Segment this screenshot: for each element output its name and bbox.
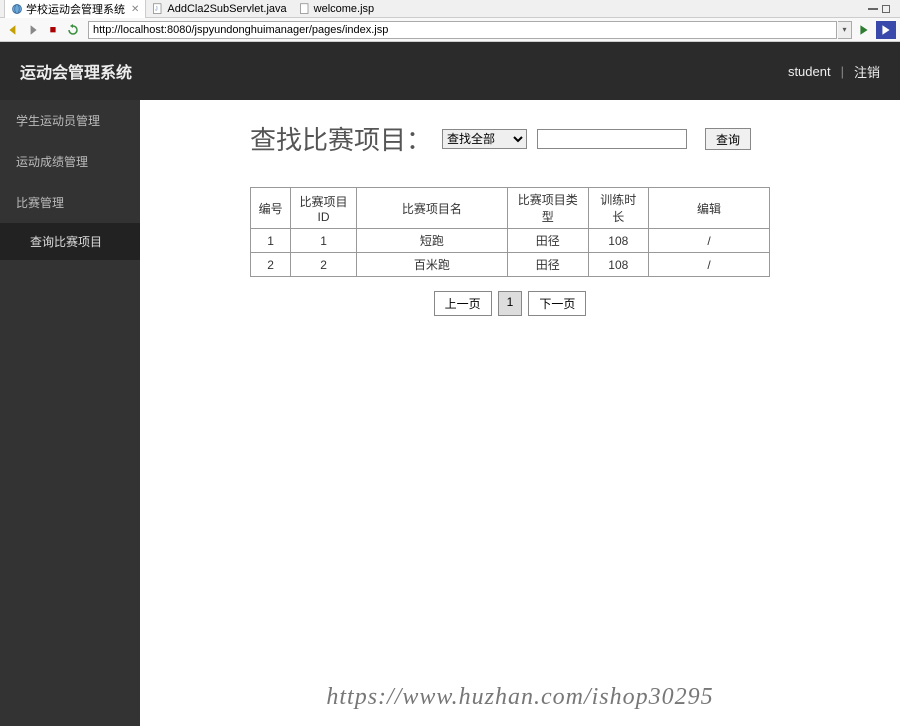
main-content: 查找比赛项目： 查找全部 查询 编号 比赛项目ID 比赛项目名 比赛项目类型 训… bbox=[140, 100, 900, 726]
ide-tab-java[interactable]: J AddCla2SubServlet.java bbox=[146, 2, 292, 16]
close-icon[interactable]: ✕ bbox=[131, 4, 139, 15]
th-dur: 训练时长 bbox=[588, 188, 648, 229]
sidebar-item-games[interactable]: 比赛管理 bbox=[0, 182, 140, 223]
search-button[interactable]: 查询 bbox=[705, 128, 751, 150]
app-container: 运动会管理系统 student | 注销 学生运动员管理 运动成绩管理 比赛管理… bbox=[0, 42, 900, 726]
th-no: 编号 bbox=[251, 188, 291, 229]
next-page-button[interactable]: 下一页 bbox=[528, 291, 586, 316]
ide-tab-label: 学校运动会管理系统 bbox=[26, 1, 125, 17]
app-body: 学生运动员管理 运动成绩管理 比赛管理 查询比赛项目 查找比赛项目： 查找全部 … bbox=[0, 100, 900, 726]
search-row: 查找比赛项目： 查找全部 查询 bbox=[250, 120, 870, 157]
ide-tab-label: welcome.jsp bbox=[314, 3, 375, 15]
ide-tab-browser[interactable]: 学校运动会管理系统 ✕ bbox=[4, 0, 146, 18]
browser-toolbar: ■ ▾ bbox=[0, 18, 900, 42]
sidebar: 学生运动员管理 运动成绩管理 比赛管理 查询比赛项目 bbox=[0, 100, 140, 726]
cell-pid: 2 bbox=[291, 253, 357, 277]
cell-type: 田径 bbox=[507, 253, 588, 277]
cell-edit[interactable]: / bbox=[649, 253, 770, 277]
app-title: 运动会管理系统 bbox=[20, 59, 132, 83]
cell-type: 田径 bbox=[507, 229, 588, 253]
sidebar-sub-query[interactable]: 查询比赛项目 bbox=[0, 223, 140, 260]
cell-no: 2 bbox=[251, 253, 291, 277]
app-header: 运动会管理系统 student | 注销 bbox=[0, 42, 900, 100]
jsp-file-icon bbox=[299, 3, 311, 15]
cell-pid: 1 bbox=[291, 229, 357, 253]
table-row: 1 1 短跑 田径 108 / bbox=[251, 229, 770, 253]
search-select[interactable]: 查找全部 bbox=[442, 129, 527, 149]
ide-tab-label: AddCla2SubServlet.java bbox=[167, 3, 286, 15]
current-page: 1 bbox=[498, 291, 523, 316]
address-dropdown[interactable]: ▾ bbox=[838, 21, 852, 39]
logout-link[interactable]: 注销 bbox=[854, 62, 880, 81]
sidebar-item-athlete[interactable]: 学生运动员管理 bbox=[0, 100, 140, 141]
table-header-row: 编号 比赛项目ID 比赛项目名 比赛项目类型 训练时长 编辑 bbox=[251, 188, 770, 229]
refresh-button[interactable] bbox=[64, 21, 82, 39]
th-edit: 编辑 bbox=[649, 188, 770, 229]
username: student bbox=[788, 64, 831, 79]
cell-name: 百米跑 bbox=[356, 253, 507, 277]
address-input[interactable] bbox=[88, 21, 837, 39]
divider: | bbox=[841, 64, 844, 79]
prev-page-button[interactable]: 上一页 bbox=[434, 291, 492, 316]
cell-dur: 108 bbox=[588, 253, 648, 277]
search-input[interactable] bbox=[537, 129, 687, 149]
cell-edit[interactable]: / bbox=[649, 229, 770, 253]
go-button[interactable] bbox=[854, 21, 874, 39]
ide-tab-jsp[interactable]: welcome.jsp bbox=[293, 2, 381, 16]
results-table: 编号 比赛项目ID 比赛项目名 比赛项目类型 训练时长 编辑 1 1 短跑 田径 bbox=[250, 187, 770, 277]
table-row: 2 2 百米跑 田径 108 / bbox=[251, 253, 770, 277]
cell-dur: 108 bbox=[588, 229, 648, 253]
external-button[interactable] bbox=[876, 21, 896, 39]
search-title: 查找比赛项目： bbox=[250, 120, 432, 157]
ide-tab-bar: 学校运动会管理系统 ✕ J AddCla2SubServlet.java wel… bbox=[0, 0, 900, 18]
th-name: 比赛项目名 bbox=[356, 188, 507, 229]
cell-name: 短跑 bbox=[356, 229, 507, 253]
java-file-icon: J bbox=[152, 3, 164, 15]
user-block: student | 注销 bbox=[788, 62, 880, 81]
forward-button[interactable] bbox=[24, 21, 42, 39]
sidebar-item-scores[interactable]: 运动成绩管理 bbox=[0, 141, 140, 182]
th-pid: 比赛项目ID bbox=[291, 188, 357, 229]
cell-no: 1 bbox=[251, 229, 291, 253]
watermark-text: https://www.huzhan.com/ishop30295 bbox=[326, 684, 713, 711]
maximize-icon[interactable] bbox=[882, 5, 890, 13]
globe-icon bbox=[11, 3, 23, 15]
svg-text:J: J bbox=[155, 6, 158, 12]
back-button[interactable] bbox=[4, 21, 22, 39]
stop-button[interactable]: ■ bbox=[44, 21, 62, 39]
pagination: 上一页 1 下一页 bbox=[250, 291, 770, 316]
th-type: 比赛项目类型 bbox=[507, 188, 588, 229]
minimize-icon[interactable] bbox=[868, 7, 878, 10]
